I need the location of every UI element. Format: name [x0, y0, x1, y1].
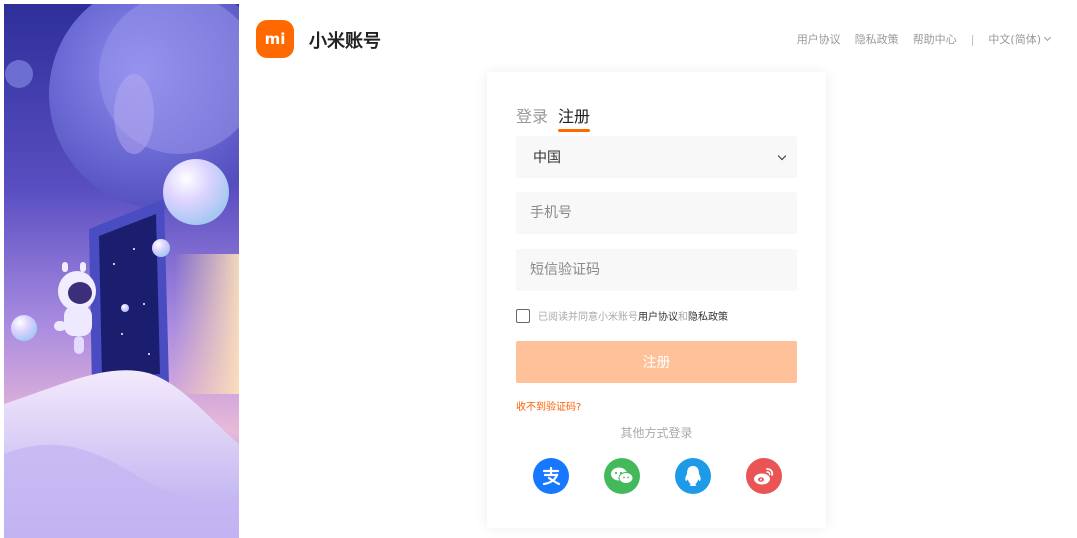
sms-code-input[interactable] [516, 249, 797, 291]
side-illustration [4, 4, 239, 538]
no-code-link[interactable]: 收不到验证码? [516, 398, 581, 413]
agreement-row: 已阅读并同意小米账号 用户协议 和 隐私政策 [516, 308, 728, 323]
weibo-login-button[interactable] [746, 458, 782, 494]
agreement-checkbox[interactable] [516, 308, 530, 323]
country-value: 中国 [533, 150, 561, 166]
alipay-icon [542, 466, 561, 486]
top-links: 用户协议 隐私政策 帮助中心 | 中文(简体) [783, 31, 1052, 47]
wechat-login-button[interactable] [604, 458, 640, 494]
alipay-login-button[interactable] [533, 458, 569, 494]
tab-register[interactable]: 注册 [558, 103, 591, 132]
terms-link[interactable]: 用户协议 [638, 308, 678, 323]
qq-login-button[interactable] [675, 458, 711, 494]
language-label: 中文(简体) [988, 33, 1041, 46]
tab-login[interactable]: 登录 [516, 103, 548, 127]
wechat-icon [611, 467, 634, 484]
mi-logo-text: mi [264, 30, 286, 48]
chevron-down-icon [777, 151, 787, 160]
register-card: 登录 注册 中国 已阅读并同意小米账号 用户协议 和 隐私政策 注册 收不到验证… [487, 72, 826, 528]
weibo-icon [754, 468, 774, 485]
header-separator: | [970, 32, 975, 46]
help-center-link[interactable]: 帮助中心 [913, 31, 957, 47]
agreement-and: 和 [678, 312, 688, 323]
privacy-policy-link[interactable]: 隐私政策 [855, 31, 899, 47]
language-selector[interactable]: 中文(简体) [988, 31, 1052, 47]
phone-input[interactable] [516, 192, 797, 234]
register-button[interactable]: 注册 [516, 341, 797, 383]
auth-tabs: 登录 注册 [516, 103, 600, 132]
brand-title: 小米账号 [309, 31, 381, 52]
privacy-link[interactable]: 隐私政策 [688, 308, 728, 323]
agreement-prefix: 已阅读并同意小米账号 [538, 312, 638, 323]
user-agreement-link[interactable]: 用户协议 [797, 31, 841, 47]
social-login-list [533, 458, 782, 494]
chevron-down-icon [1043, 33, 1052, 42]
qq-icon [685, 466, 701, 486]
country-select[interactable]: 中国 [516, 136, 797, 178]
other-login-label: 其他方式登录 [620, 426, 693, 440]
mi-logo: mi [256, 20, 294, 58]
